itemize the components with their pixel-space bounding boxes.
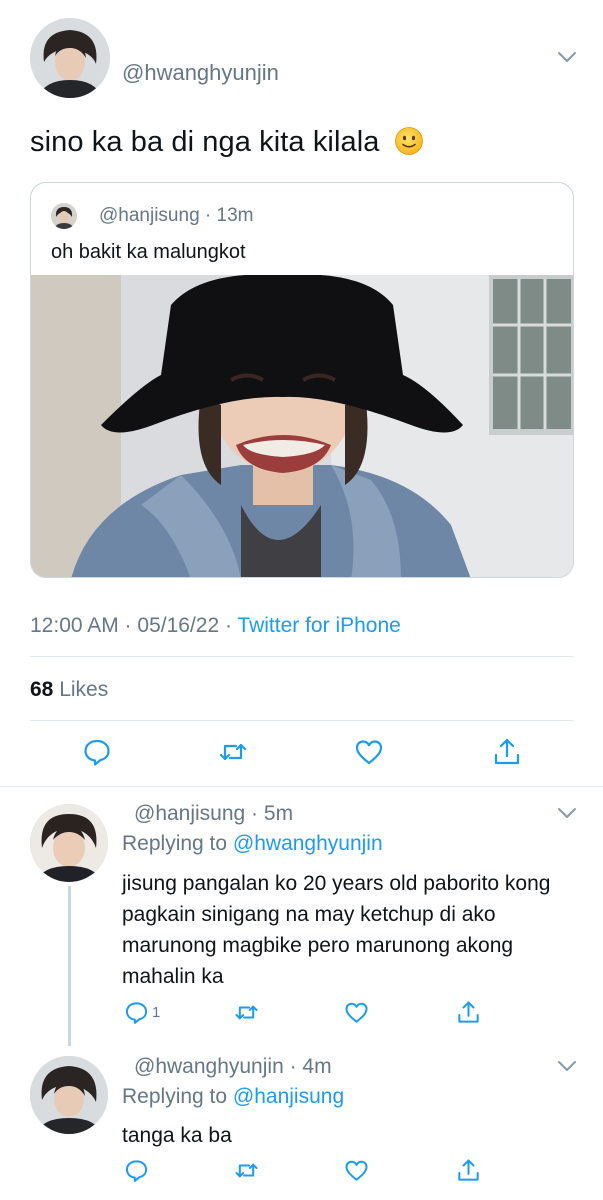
reply-icon[interactable] [82,737,112,767]
retweet-icon[interactable] [234,1000,259,1025]
author-avatar[interactable] [30,18,110,98]
reply-icon[interactable] [124,1158,149,1183]
reply-author-avatar[interactable] [30,804,108,882]
reply-author-handle[interactable]: @hanjisung · 5m [134,802,293,826]
tweet-text-content: sino ka ba di nga kita kilala [30,126,380,158]
share-icon[interactable] [456,1000,481,1025]
reply-text: jisung pangalan ko 20 years old paborito… [122,872,551,988]
share-icon[interactable] [492,737,522,767]
like-icon[interactable] [344,1158,369,1183]
likes-number: 68 [30,678,54,701]
chevron-down-icon[interactable] [556,806,578,820]
replying-to-line: Replying to @hwanghyunjin [122,832,383,856]
divider [30,656,573,657]
chevron-down-icon[interactable] [556,50,578,64]
retweet-icon[interactable] [218,737,248,767]
section-separator [0,786,603,787]
quoted-author-avatar [51,203,77,229]
tweet-source-link[interactable]: Twitter for iPhone [237,614,400,637]
replying-to-prefix: Replying to [122,1085,233,1108]
tweet-text: sino ka ba di nga kita kilala [30,126,424,159]
reply-count: 1 [152,1004,161,1021]
reply-author-avatar[interactable] [30,1056,108,1134]
quoted-author-handle: @hanjisung · 13m [99,205,254,226]
replying-to-link[interactable]: @hanjisung [233,1085,344,1108]
reply-author-handle[interactable]: @hwanghyunjin · 4m [134,1055,332,1079]
replying-to-prefix: Replying to [122,832,233,855]
chevron-down-icon[interactable] [556,1059,578,1073]
like-icon[interactable] [354,737,384,767]
likes-label: Likes [59,678,109,701]
reply-text: tanga ka ba [122,1124,232,1147]
author-handle[interactable]: @hwanghyunjin [122,60,279,86]
thread-connector-line [68,886,71,1046]
likes-count[interactable]: 68 Likes [30,678,108,702]
quoted-tweet-text: oh bakit ka malungkot [51,241,246,263]
retweet-icon[interactable] [234,1158,259,1183]
quoted-tweet-card[interactable]: @hanjisung · 13m oh bakit ka malungkot [30,182,574,578]
replying-to-link[interactable]: @hwanghyunjin [233,832,383,855]
tweet-timestamp: 12:00 AM · 05/16/22 · [30,614,238,637]
reply-icon[interactable] [124,1000,149,1025]
tweet-metadata: 12:00 AM · 05/16/22 · Twitter for iPhone [30,614,401,638]
slightly-smiling-face-icon [394,127,423,155]
quoted-tweet-photo[interactable] [31,275,573,577]
divider [30,720,573,721]
like-icon[interactable] [344,1000,369,1025]
replying-to-line: Replying to @hanjisung [122,1085,344,1109]
share-icon[interactable] [456,1158,481,1183]
